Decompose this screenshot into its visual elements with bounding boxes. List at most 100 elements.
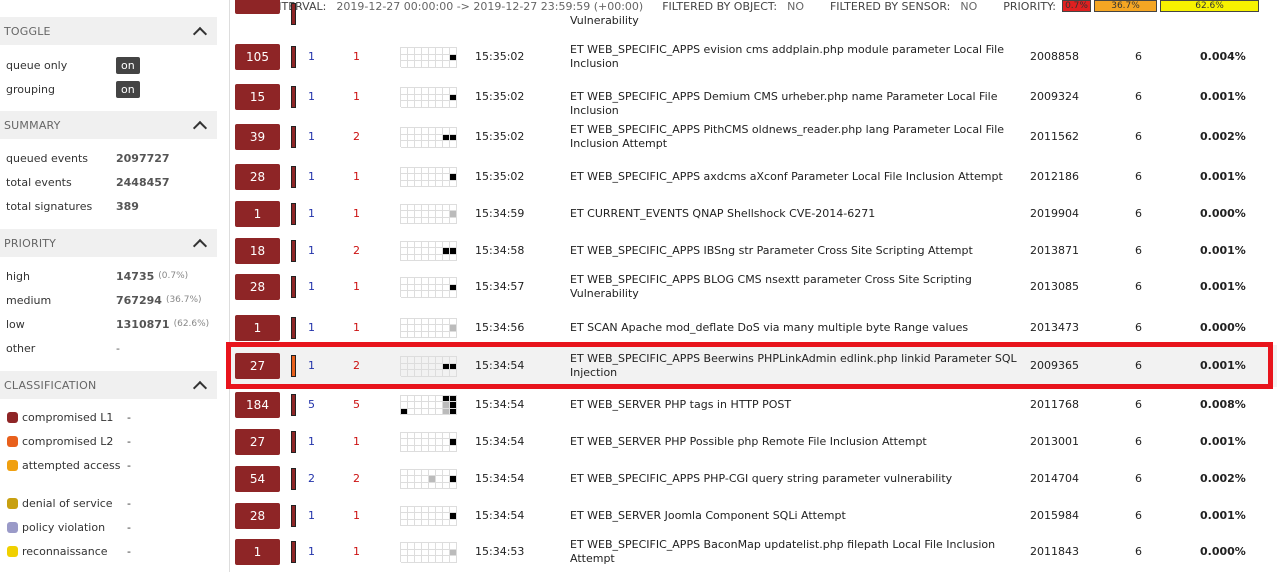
timeline-cell xyxy=(443,357,450,364)
source-count[interactable]: 2 xyxy=(353,359,373,372)
timeline-cell xyxy=(429,101,436,108)
sensor-count[interactable]: 1 xyxy=(308,509,328,522)
sensor-count[interactable]: 1 xyxy=(308,50,328,63)
table-row[interactable]: 28 1 1 15:34:54 ET WEB_SERVER Joomla Compone… xyxy=(230,499,1277,532)
queue-only-toggle[interactable]: on xyxy=(116,56,140,74)
grouping-toggle[interactable]: on xyxy=(116,80,140,98)
signature-name[interactable]: ET WEB_SPECIFIC_APPS Beerwins PHPLinkAdm… xyxy=(570,352,1020,380)
sensor-count[interactable]: 1 xyxy=(308,207,328,220)
table-row[interactable]: 105 1 1 15:35:02 ET WEB_SPECIFIC_APPS evisio… xyxy=(230,37,1277,77)
signature-name[interactable]: ET WEB_SPECIFIC_APPS PithCMS oldnews_rea… xyxy=(570,123,1020,151)
timeline-cell xyxy=(408,241,415,249)
source-count[interactable]: 1 xyxy=(353,545,373,558)
timeline-cell xyxy=(443,128,450,135)
source-count[interactable]: 1 xyxy=(353,170,373,183)
timeline-cell xyxy=(436,476,443,483)
chevron-up-icon[interactable] xyxy=(193,238,207,248)
signature-name[interactable]: Vulnerability xyxy=(570,14,1020,28)
table-row[interactable]: 184 5 5 15:34:54 ET WEB_SERVER PHP tags in H… xyxy=(230,388,1277,421)
table-row[interactable]: 15 1 1 15:35:02 ET WEB_SPECIFIC_APPS Demium … xyxy=(230,77,1277,117)
source-count[interactable]: 2 xyxy=(353,244,373,257)
source-count[interactable]: 2 xyxy=(353,130,373,143)
timeline-cell xyxy=(450,519,457,527)
source-count[interactable]: 1 xyxy=(353,50,373,63)
sensor-count[interactable]: 1 xyxy=(308,545,328,558)
timeline-cell xyxy=(429,128,436,135)
event-count-badge[interactable]: 54 xyxy=(235,465,280,492)
event-count-badge[interactable]: 18 xyxy=(235,237,280,264)
sensor-count[interactable]: 1 xyxy=(308,280,328,293)
source-count[interactable]: 1 xyxy=(353,280,373,293)
table-row[interactable]: 1 1 1 15:34:53 ET WEB_SPECIFIC_APPS BaconMap… xyxy=(230,532,1277,572)
table-row[interactable]: 39 1 2 15:35:02 ET WEB_SPECIFIC_APPS PithCMS… xyxy=(230,117,1277,157)
signature-name[interactable]: ET WEB_SPECIFIC_APPS axdcms aXconf Param… xyxy=(570,170,1020,184)
event-time: 15:34:56 xyxy=(475,320,525,334)
source-count[interactable]: 1 xyxy=(353,90,373,103)
sensor-count[interactable]: 5 xyxy=(308,398,328,411)
table-row[interactable]: 28 1 1 15:35:02 ET WEB_SPECIFIC_APPS axdcms … xyxy=(230,160,1277,193)
source-count[interactable]: 1 xyxy=(353,435,373,448)
sensor-count[interactable]: 1 xyxy=(308,359,328,372)
signature-name[interactable]: ET WEB_SPECIFIC_APPS BaconMap updatelist… xyxy=(570,538,1020,566)
toggle-panel-header[interactable]: TOGGLE xyxy=(0,17,217,45)
timeline-cell xyxy=(422,284,429,292)
signature-name[interactable]: ET CURRENT_EVENTS QNAP Shellshock CVE-20… xyxy=(570,207,1020,221)
event-count-badge[interactable]: 27 xyxy=(235,353,280,379)
sensor-count[interactable]: 1 xyxy=(308,170,328,183)
table-row[interactable]: Vulnerability xyxy=(230,0,1277,30)
sensor-count[interactable]: 1 xyxy=(308,244,328,257)
signature-name[interactable]: ET WEB_SERVER PHP tags in HTTP POST xyxy=(570,398,1020,412)
table-row[interactable]: 1 1 1 15:34:56 ET SCAN Apache mod_deflate Do… xyxy=(230,311,1277,344)
event-count-badge[interactable]: 28 xyxy=(235,502,280,529)
source-count[interactable]: 1 xyxy=(353,207,373,220)
source-count[interactable]: 1 xyxy=(353,509,373,522)
signature-name[interactable]: ET WEB_SPECIFIC_APPS BLOG CMS nsextt par… xyxy=(570,273,1020,301)
priority-panel-header[interactable]: PRIORITY xyxy=(0,229,217,257)
sensor-count[interactable]: 1 xyxy=(308,321,328,334)
chevron-up-icon[interactable] xyxy=(193,380,207,390)
sensor-count[interactable]: 1 xyxy=(308,90,328,103)
classification-row[interactable]: policy violation - xyxy=(0,520,217,544)
event-count-badge[interactable]: 105 xyxy=(235,44,280,70)
source-count[interactable]: 1 xyxy=(353,321,373,334)
signature-name[interactable]: ET WEB_SPECIFIC_APPS Demium CMS urheber.… xyxy=(570,90,1020,118)
event-count-badge[interactable]: 1 xyxy=(235,314,280,341)
sensor-count[interactable]: 1 xyxy=(308,435,328,448)
table-row[interactable]: 18 1 2 15:34:58 ET WEB_SPECIFIC_APPS IBSng s… xyxy=(230,234,1277,267)
table-row[interactable]: 27 1 2 15:34:54 ET WEB_SPECIFIC_APPS Beerwin… xyxy=(230,345,1277,387)
signature-name[interactable]: ET WEB_SPECIFIC_APPS evision cms addplai… xyxy=(570,43,1020,71)
event-count-badge[interactable]: 39 xyxy=(235,124,280,150)
source-count[interactable]: 2 xyxy=(353,472,373,485)
signature-name[interactable]: ET WEB_SERVER Joomla Component SQLi Atte… xyxy=(570,509,1020,523)
chevron-up-icon[interactable] xyxy=(193,120,207,130)
table-row[interactable]: 27 1 1 15:34:54 ET WEB_SERVER PHP Possible p… xyxy=(230,425,1277,458)
signature-name[interactable]: ET WEB_SERVER PHP Possible php Remote Fi… xyxy=(570,435,1020,449)
classification-row[interactable]: compromised L1- xyxy=(0,410,217,434)
classification-panel-header[interactable]: CLASSIFICATION xyxy=(0,371,217,399)
sensor-count[interactable]: 2 xyxy=(308,472,328,485)
event-count-badge[interactable]: 1 xyxy=(235,200,280,227)
event-count-badge[interactable] xyxy=(235,0,280,14)
signature-name[interactable]: ET SCAN Apache mod_deflate DoS via many … xyxy=(570,321,1020,335)
chevron-up-icon[interactable] xyxy=(193,26,207,36)
table-row[interactable]: 54 2 2 15:34:54 ET WEB_SPECIFIC_APPS PHP-CGI… xyxy=(230,462,1277,495)
sensor-count[interactable]: 1 xyxy=(308,130,328,143)
summary-panel-header[interactable]: SUMMARY xyxy=(0,111,217,139)
timeline-cell xyxy=(408,363,415,371)
classification-row[interactable]: compromised L2- xyxy=(0,434,217,458)
table-row[interactable]: 1 1 1 15:34:59 ET CURRENT_EVENTS QNAP Shells… xyxy=(230,197,1277,230)
event-count-badge[interactable]: 28 xyxy=(235,274,280,300)
table-row[interactable]: 28 1 1 15:34:57 ET WEB_SPECIFIC_APPS BLOG CM… xyxy=(230,267,1277,307)
classification-row[interactable]: attempted access - xyxy=(0,458,217,482)
classification-row[interactable]: denial of service - xyxy=(0,496,217,520)
event-count-badge[interactable]: 27 xyxy=(235,428,280,455)
signature-name[interactable]: ET WEB_SPECIFIC_APPS IBSng str Parameter… xyxy=(570,244,1020,258)
signature-name[interactable]: ET WEB_SPECIFIC_APPS PHP-CGI query strin… xyxy=(570,472,1020,486)
priority-percent: (62.6%) xyxy=(173,319,210,329)
event-count-badge[interactable]: 1 xyxy=(235,539,280,565)
source-count[interactable]: 5 xyxy=(353,398,373,411)
event-count-badge[interactable]: 28 xyxy=(235,163,280,190)
event-count-badge[interactable]: 184 xyxy=(235,391,280,418)
event-count-badge[interactable]: 15 xyxy=(235,84,280,110)
classification-row[interactable]: reconnaissance - xyxy=(0,544,217,568)
